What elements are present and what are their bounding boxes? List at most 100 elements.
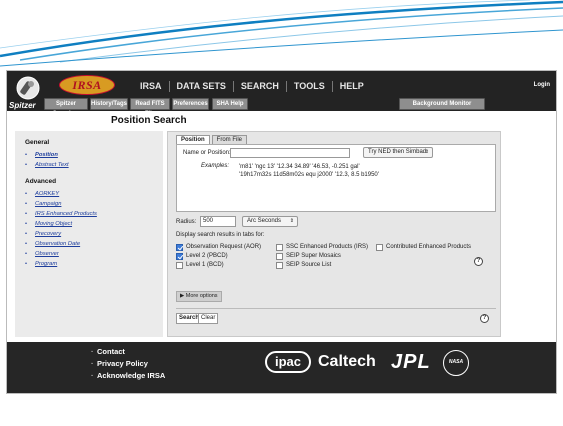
checkbox-observation-request[interactable]: Observation Request (AOR) (176, 243, 261, 251)
list-item: Abstract Text (21, 160, 157, 170)
sidebar-item-moving-object[interactable]: Moving Object (35, 221, 72, 227)
checkbox-label: Level 2 (PBCD) (186, 253, 228, 259)
spitzer-label: Spitzer (9, 101, 36, 110)
sha-help-button[interactable]: SHA Help (212, 98, 248, 110)
sidebar-item-position[interactable]: Position (35, 152, 58, 158)
browser-frame: IRSA IRSA DATA SETS SEARCH TOOLS HELP Lo… (6, 70, 557, 394)
help-icon[interactable]: ? (474, 257, 483, 266)
radius-unit-value: Arc Seconds (247, 218, 282, 224)
sidebar-item-campaign[interactable]: Campaign (35, 201, 61, 207)
help-icon[interactable]: ? (480, 314, 489, 323)
checkbox-seip-super-mosaics[interactable]: SEIP Super Mosaics (276, 252, 341, 260)
sidebar-item-program[interactable]: Program (35, 261, 57, 267)
radius-label: Radius: (176, 219, 197, 225)
display-results-label: Display search results in tabs for: (176, 232, 265, 238)
checkbox-label: Observation Request (AOR) (186, 244, 262, 250)
select-arrows-icon: ⇕ (424, 149, 429, 155)
list-item: Observer (21, 249, 157, 259)
page-title: Position Search (111, 115, 187, 126)
slide-wave-decoration (0, 0, 563, 67)
checkbox-unchecked-icon[interactable] (276, 252, 283, 260)
nav-search[interactable]: SEARCH (234, 81, 287, 92)
select-arrows-icon: ⇕ (289, 218, 294, 224)
nasa-logo[interactable]: NASA (443, 350, 469, 376)
sidebar-item-observation-date[interactable]: Observation Date (35, 241, 80, 247)
irsa-logo-text: IRSA (72, 78, 102, 92)
top-nav: IRSA DATA SETS SEARCH TOOLS HELP (133, 81, 371, 92)
checkbox-seip-source-list[interactable]: SEIP Source List (276, 261, 331, 269)
search-form-panel: Position From File Name or Position: Try… (167, 131, 501, 337)
sidebar-advanced-list: AORKEY Campaign IRS Enhanced Products Mo… (21, 189, 157, 269)
sidebar-item-precovery[interactable]: Precovery (35, 231, 61, 237)
footer-privacy-policy-link[interactable]: Privacy Policy (91, 358, 165, 370)
spitzer-searches-button[interactable]: Spitzer Searches (44, 98, 88, 117)
footer-contact-link[interactable]: Contact (91, 346, 165, 358)
list-item: IRS Enhanced Products (21, 209, 157, 219)
list-item: Precovery (21, 229, 157, 239)
list-item: Moving Object (21, 219, 157, 229)
examples-line-1: 'm81' 'ngc 13' '12.34 34.89' '46.53, -0.… (239, 164, 360, 170)
clear-button[interactable]: Clear (198, 313, 219, 324)
form-divider (176, 308, 496, 309)
resolver-value: Try NED then Simbad (368, 149, 427, 155)
checkbox-label: SEIP Super Mosaics (286, 253, 341, 259)
checkbox-checked-icon[interactable] (176, 252, 183, 260)
examples-text: 'm81' 'ngc 13' '12.34 34.89' '46.53, -0.… (239, 163, 489, 179)
site-footer: Contact Privacy Policy Acknowledge IRSA … (7, 342, 556, 393)
footer-links: Contact Privacy Policy Acknowledge IRSA (91, 346, 165, 382)
checkbox-label: Level 1 (BCD) (186, 262, 224, 268)
list-item: Observation Date (21, 239, 157, 249)
history-tags-button[interactable]: History/Tags (90, 98, 128, 110)
sidebar-item-abstract-text[interactable]: Abstract Text (35, 162, 69, 168)
checkbox-level-2[interactable]: Level 2 (PBCD) (176, 252, 228, 260)
more-options-label: More options (185, 293, 218, 299)
search-type-sidebar: General Position Abstract Text Advanced … (15, 131, 163, 337)
checkbox-unchecked-icon[interactable] (176, 261, 183, 269)
list-item: AORKEY (21, 189, 157, 199)
checkbox-label: SEIP Source List (286, 262, 332, 268)
checkbox-checked-icon[interactable] (176, 243, 183, 251)
content-area: Position Search General Position Abstrac… (7, 111, 556, 342)
checkbox-contributed-enhanced-products[interactable]: Contributed Enhanced Products (376, 243, 471, 251)
name-position-label: Name or Position: (183, 150, 231, 156)
checkbox-label: Contributed Enhanced Products (386, 244, 472, 250)
checkbox-unchecked-icon[interactable] (276, 243, 283, 251)
examples-label: Examples: (201, 163, 230, 169)
expand-triangle-icon: ▶ (180, 293, 185, 299)
spitzer-toolbar: Spitzer Spitzer Searches History/Tags Re… (7, 76, 556, 117)
sidebar-item-observer[interactable]: Observer (35, 251, 59, 257)
nav-tools[interactable]: TOOLS (287, 81, 333, 92)
spitzer-telescope-icon (16, 76, 40, 100)
radius-unit-select[interactable]: Arc Seconds ⇕ (242, 216, 298, 227)
nav-help[interactable]: HELP (333, 81, 371, 92)
resolver-select[interactable]: Try NED then Simbad ⇕ (363, 147, 433, 158)
login-link[interactable]: Login (534, 82, 550, 88)
jpl-logo[interactable]: JPL (391, 351, 431, 374)
background-monitor-button[interactable]: Background Monitor (399, 98, 485, 110)
sidebar-general-heading: General (25, 139, 50, 146)
checkbox-unchecked-icon[interactable] (376, 243, 383, 251)
ipac-logo[interactable]: ipac (265, 351, 311, 373)
irsa-logo[interactable]: IRSA (59, 75, 115, 95)
preferences-button[interactable]: Preferences (172, 98, 209, 110)
checkbox-level-1[interactable]: Level 1 (BCD) (176, 261, 224, 269)
name-position-input[interactable] (230, 148, 350, 158)
position-box: Name or Position: Try NED then Simbad ⇕ … (176, 144, 496, 212)
list-item: Campaign (21, 199, 157, 209)
list-item: Program (21, 259, 157, 269)
caltech-logo[interactable]: Caltech (318, 353, 376, 371)
sidebar-advanced-heading: Advanced (25, 178, 57, 185)
checkbox-label: SSC Enhanced Products (IRS) (286, 244, 369, 250)
sidebar-item-irs-enhanced-products[interactable]: IRS Enhanced Products (35, 211, 97, 217)
nav-irsa[interactable]: IRSA (133, 81, 170, 92)
checkbox-unchecked-icon[interactable] (276, 261, 283, 269)
footer-acknowledge-irsa-link[interactable]: Acknowledge IRSA (91, 370, 165, 382)
radius-input[interactable]: 500 (200, 216, 236, 227)
more-options-toggle[interactable]: ▶ More options (176, 291, 222, 302)
sidebar-item-aorkey[interactable]: AORKEY (35, 191, 59, 197)
read-fits-file-button[interactable]: Read FITS File (130, 98, 170, 117)
site-header: IRSA IRSA DATA SETS SEARCH TOOLS HELP Lo… (7, 71, 556, 117)
nav-data-sets[interactable]: DATA SETS (170, 81, 234, 92)
sidebar-general-list: Position Abstract Text (21, 150, 157, 170)
checkbox-ssc-enhanced-products[interactable]: SSC Enhanced Products (IRS) (276, 243, 368, 251)
